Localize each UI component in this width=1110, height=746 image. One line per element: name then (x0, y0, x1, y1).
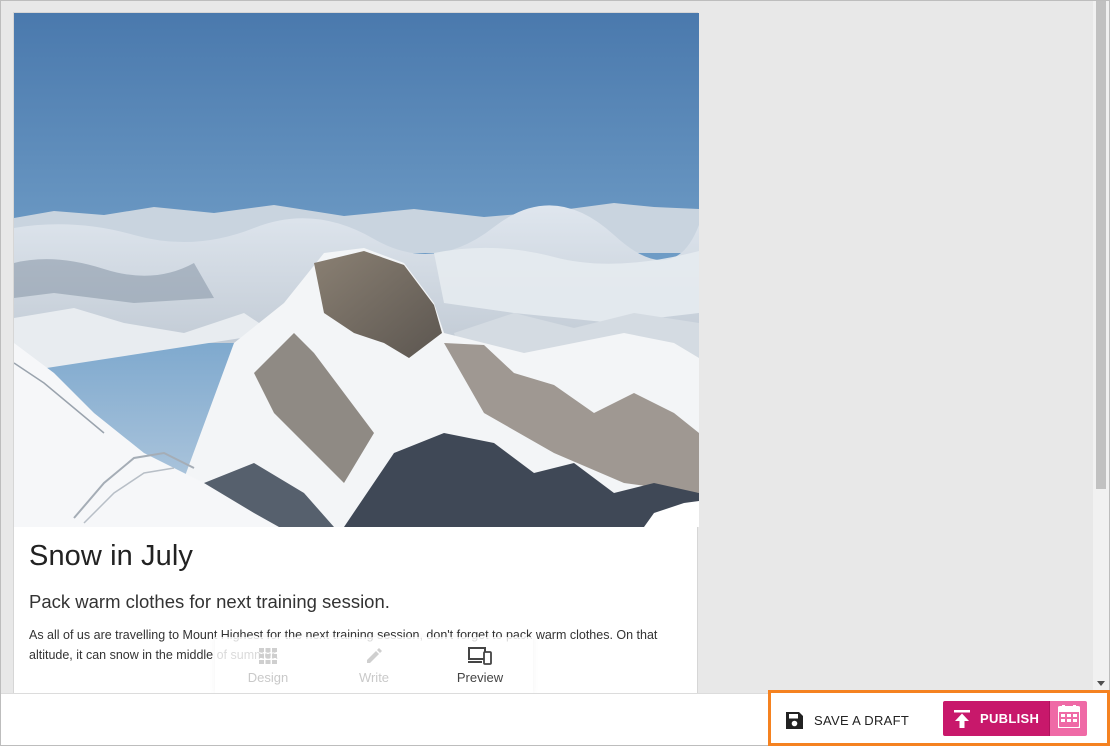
vertical-scrollbar[interactable] (1093, 1, 1109, 693)
devices-icon (468, 645, 492, 667)
mode-label: Preview (456, 670, 504, 685)
post-title: Snow in July (29, 540, 193, 572)
grid-icon (259, 645, 277, 667)
post-card: Snow in July Pack warm clothes for next … (13, 12, 699, 712)
calendar-icon (1056, 704, 1081, 733)
schedule-button[interactable] (1049, 701, 1087, 736)
hero-image (14, 13, 699, 527)
scrollbar-thumb[interactable] (1096, 1, 1106, 489)
preview-canvas: Snow in July Pack warm clothes for next … (1, 1, 1093, 712)
mode-design[interactable]: Design (215, 637, 321, 693)
app-window: Snow in July Pack warm clothes for next … (0, 0, 1110, 746)
publish-actions: SAVE A DRAFT PUBLISH (768, 690, 1110, 746)
save-draft-label: SAVE A DRAFT (814, 712, 910, 728)
publish-button[interactable]: PUBLISH (943, 701, 1049, 736)
publish-label: PUBLISH (980, 711, 1040, 726)
pencil-icon (365, 645, 383, 667)
mode-preview[interactable]: Preview (427, 637, 533, 693)
mode-label: Design (247, 670, 289, 685)
publish-upload-icon (954, 709, 970, 728)
scroll-down-icon[interactable] (1097, 681, 1105, 686)
mode-write[interactable]: Write (321, 637, 427, 693)
view-mode-bar: Design Write Preview (215, 637, 533, 693)
mountain-image (14, 13, 699, 527)
floppy-disk-icon (785, 711, 804, 730)
post-subtitle: Pack warm clothes for next training sess… (29, 591, 390, 612)
mode-label: Write (358, 670, 390, 685)
save-draft-button[interactable]: SAVE A DRAFT (785, 707, 909, 733)
